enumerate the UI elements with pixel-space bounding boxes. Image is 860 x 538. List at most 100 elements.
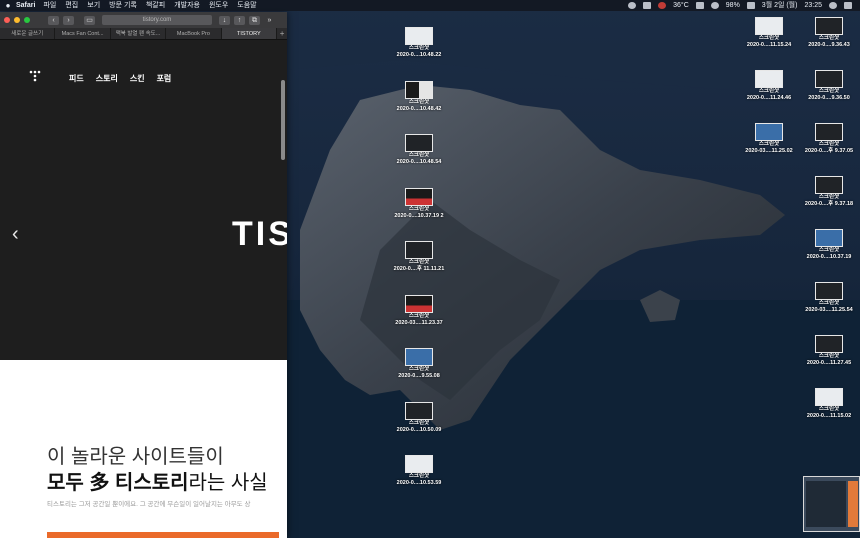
file-title: 스크린샷: [408, 205, 430, 212]
file-title: 스크린샷: [408, 259, 430, 265]
file-title: 스크린샷: [818, 88, 840, 94]
file-name: 2020-0....10.48.22: [396, 52, 442, 58]
battery-icon[interactable]: [746, 2, 755, 9]
battery-percent[interactable]: 98%: [726, 0, 740, 11]
fan-control-icon[interactable]: [658, 2, 667, 9]
desktop-screenshot-file[interactable]: 스크린샷 2020-0....후 9.37.18: [794, 176, 860, 208]
file-name: 2020-0....10.50.09: [396, 426, 442, 433]
desktop-screenshot-file[interactable]: 스크린샷 2020-0....9.55.08: [384, 348, 454, 380]
temperature-readout[interactable]: 36°C: [673, 0, 689, 11]
file-name: 2020-0....10.48.54: [396, 159, 442, 165]
menu-develop[interactable]: 개발자용: [174, 0, 200, 11]
desktop-screenshot-file[interactable]: 스크린샷 2020-0....10.48.54: [384, 134, 454, 166]
safari-window: ‹ › ▭ tistory.com ↓ ↑ ⧉ » 새로운 글쓰기 Macs F…: [0, 12, 287, 538]
menu-window[interactable]: 윈도우: [209, 0, 228, 11]
orange-banner[interactable]: [47, 532, 279, 538]
screenshot-thumbnail: [755, 123, 783, 141]
menu-edit[interactable]: 편집: [65, 0, 78, 11]
screenshot-thumbnail: [405, 401, 433, 420]
menu-help[interactable]: 도움말: [237, 0, 256, 11]
vertical-scrollbar[interactable]: [281, 80, 285, 160]
tab-overview-icon[interactable]: ⧉: [249, 15, 260, 25]
desktop-screenshot-file[interactable]: 스크린샷 2020-0....9.36.43: [794, 17, 860, 49]
carousel-prev-icon[interactable]: ‹: [12, 223, 19, 246]
desktop-screenshot-file[interactable]: 스크린샷 2020-0....11.27.45: [794, 335, 860, 367]
back-button[interactable]: ‹: [48, 15, 59, 25]
preview-right-pane: [848, 481, 858, 527]
desktop-screenshot-file[interactable]: 스크린샷 2020-03....11.25.54: [794, 282, 860, 314]
file-name: 2020-0....9.36.43: [808, 42, 850, 48]
status-tray: 36°C 98% 3월 2일 (월) 23:25: [628, 0, 860, 11]
tab-tistory[interactable]: TISTORY: [221, 28, 278, 39]
desktop-screenshot-file[interactable]: 스크린샷 2020-0....10.48.22: [384, 27, 454, 59]
desktop-screenshot-file[interactable]: 스크린샷 2020-0....후 9.37.05: [794, 123, 860, 155]
nav-forum[interactable]: 포럼: [157, 73, 172, 84]
screenshot-preview-thumbnail[interactable]: [803, 476, 860, 532]
app-menu-safari[interactable]: Safari: [16, 0, 35, 11]
address-bar[interactable]: tistory.com: [102, 15, 212, 25]
hero-section: 피드 스토리 스킨 포럼 ‹ TIS: [0, 40, 287, 360]
desktop-screenshot-file[interactable]: 스크린샷 2020-0....10.53.59: [384, 455, 454, 487]
more-toolbar-chevron-icon[interactable]: »: [264, 16, 275, 25]
preview-left-pane: [806, 481, 846, 527]
menu-file[interactable]: 파일: [43, 0, 56, 11]
tab-new-post[interactable]: 새로운 글쓰기: [0, 28, 56, 39]
nav-skin[interactable]: 스킨: [130, 73, 145, 84]
tab-macs-fan-control[interactable]: Macs Fan Cont...: [55, 28, 111, 39]
desktop-screenshot-file[interactable]: 스크린샷 2020-0....10.37.19: [794, 229, 860, 261]
hero-title: TIS: [232, 215, 287, 253]
file-title: 스크린샷: [818, 406, 840, 412]
intro-description: 티스토리는 그저 공간일 뿐이에요. 그 공간에 무슨일이 일어날지는 아무도 …: [47, 501, 251, 508]
bluetooth-icon[interactable]: [710, 2, 719, 9]
notification-center-icon[interactable]: [844, 2, 852, 9]
screenshot-thumbnail: [815, 229, 843, 247]
screenshot-thumbnail: [815, 282, 843, 300]
desktop-screenshot-file[interactable]: 스크린샷 2020-0....9.36.50: [794, 70, 860, 102]
file-name: 2020-0....9.55.08: [398, 373, 440, 379]
desktop-screenshot-file[interactable]: 스크린샷 2020-0....10.48.42: [384, 80, 454, 113]
minimize-window-button[interactable]: [14, 17, 20, 23]
spotlight-icon[interactable]: [829, 2, 837, 9]
close-window-button[interactable]: [4, 17, 10, 23]
file-name: 2020-0....10.37.19: [806, 254, 852, 260]
screenshot-thumbnail: [405, 27, 433, 45]
tab-bar: 새로운 글쓰기 Macs Fan Cont... 맥북 발열 팬 속도... M…: [0, 28, 287, 40]
nav-feed[interactable]: 피드: [69, 73, 84, 84]
desktop-screenshot-file[interactable]: 스크린샷 2020-0....후 11.11.21: [384, 241, 454, 273]
menu-bar: ● Safari 파일 편집 보기 방문 기록 책갈피 개발자용 윈도우 도움말…: [0, 0, 860, 11]
screenshot-thumbnail: [405, 241, 433, 259]
desktop-screenshot-file[interactable]: 스크린샷 2020-03....11.23.37: [384, 294, 454, 327]
file-title: 스크린샷: [818, 194, 840, 200]
menu-history[interactable]: 방문 기록: [109, 0, 137, 11]
clock-time[interactable]: 23:25: [804, 0, 822, 11]
tab-macbook-pro[interactable]: MacBook Pro: [166, 28, 222, 39]
wifi-icon[interactable]: [628, 2, 637, 9]
clock-date[interactable]: 3월 2일 (월): [762, 0, 798, 11]
file-title: 스크린샷: [818, 300, 840, 306]
apple-menu-icon[interactable]: ●: [0, 0, 16, 11]
screenshot-thumbnail: [755, 17, 783, 35]
keyboard-icon[interactable]: [695, 2, 704, 9]
nav-story[interactable]: 스토리: [96, 73, 118, 84]
new-tab-button[interactable]: +: [277, 28, 287, 39]
headline-light: 라는 사실: [188, 472, 268, 494]
desktop-screenshot-file[interactable]: 스크린샷 2020-0....11.15.02: [794, 388, 860, 420]
forward-button[interactable]: ›: [63, 15, 74, 25]
file-name: 2020-0....후 9.37.05: [804, 148, 854, 154]
menu-bookmarks[interactable]: 책갈피: [146, 0, 165, 11]
file-title: 스크린샷: [818, 353, 840, 359]
screenshot-thumbnail: [405, 80, 433, 99]
desktop-screenshot-file[interactable]: 스크린샷 2020-0....10.37.19 2: [384, 187, 454, 220]
menu-view[interactable]: 보기: [87, 0, 100, 11]
desktop-screenshot-file[interactable]: 스크린샷 2020-0....10.50.09: [384, 401, 454, 434]
download-icon[interactable]: ↓: [219, 15, 230, 25]
screenshot-thumbnail: [815, 388, 843, 406]
tistory-logo-icon[interactable]: [29, 70, 41, 82]
sidebar-icon[interactable]: ▭: [84, 15, 95, 25]
file-name: 2020-0....10.37.19 2: [394, 212, 444, 219]
display-icon[interactable]: [643, 2, 652, 9]
zoom-window-button[interactable]: [24, 17, 30, 23]
headline-line1: 이 놀라운 사이트들이: [47, 446, 224, 468]
share-icon[interactable]: ↑: [234, 15, 245, 25]
tab-macbook-fan-speed[interactable]: 맥북 발열 팬 속도...: [111, 28, 167, 39]
